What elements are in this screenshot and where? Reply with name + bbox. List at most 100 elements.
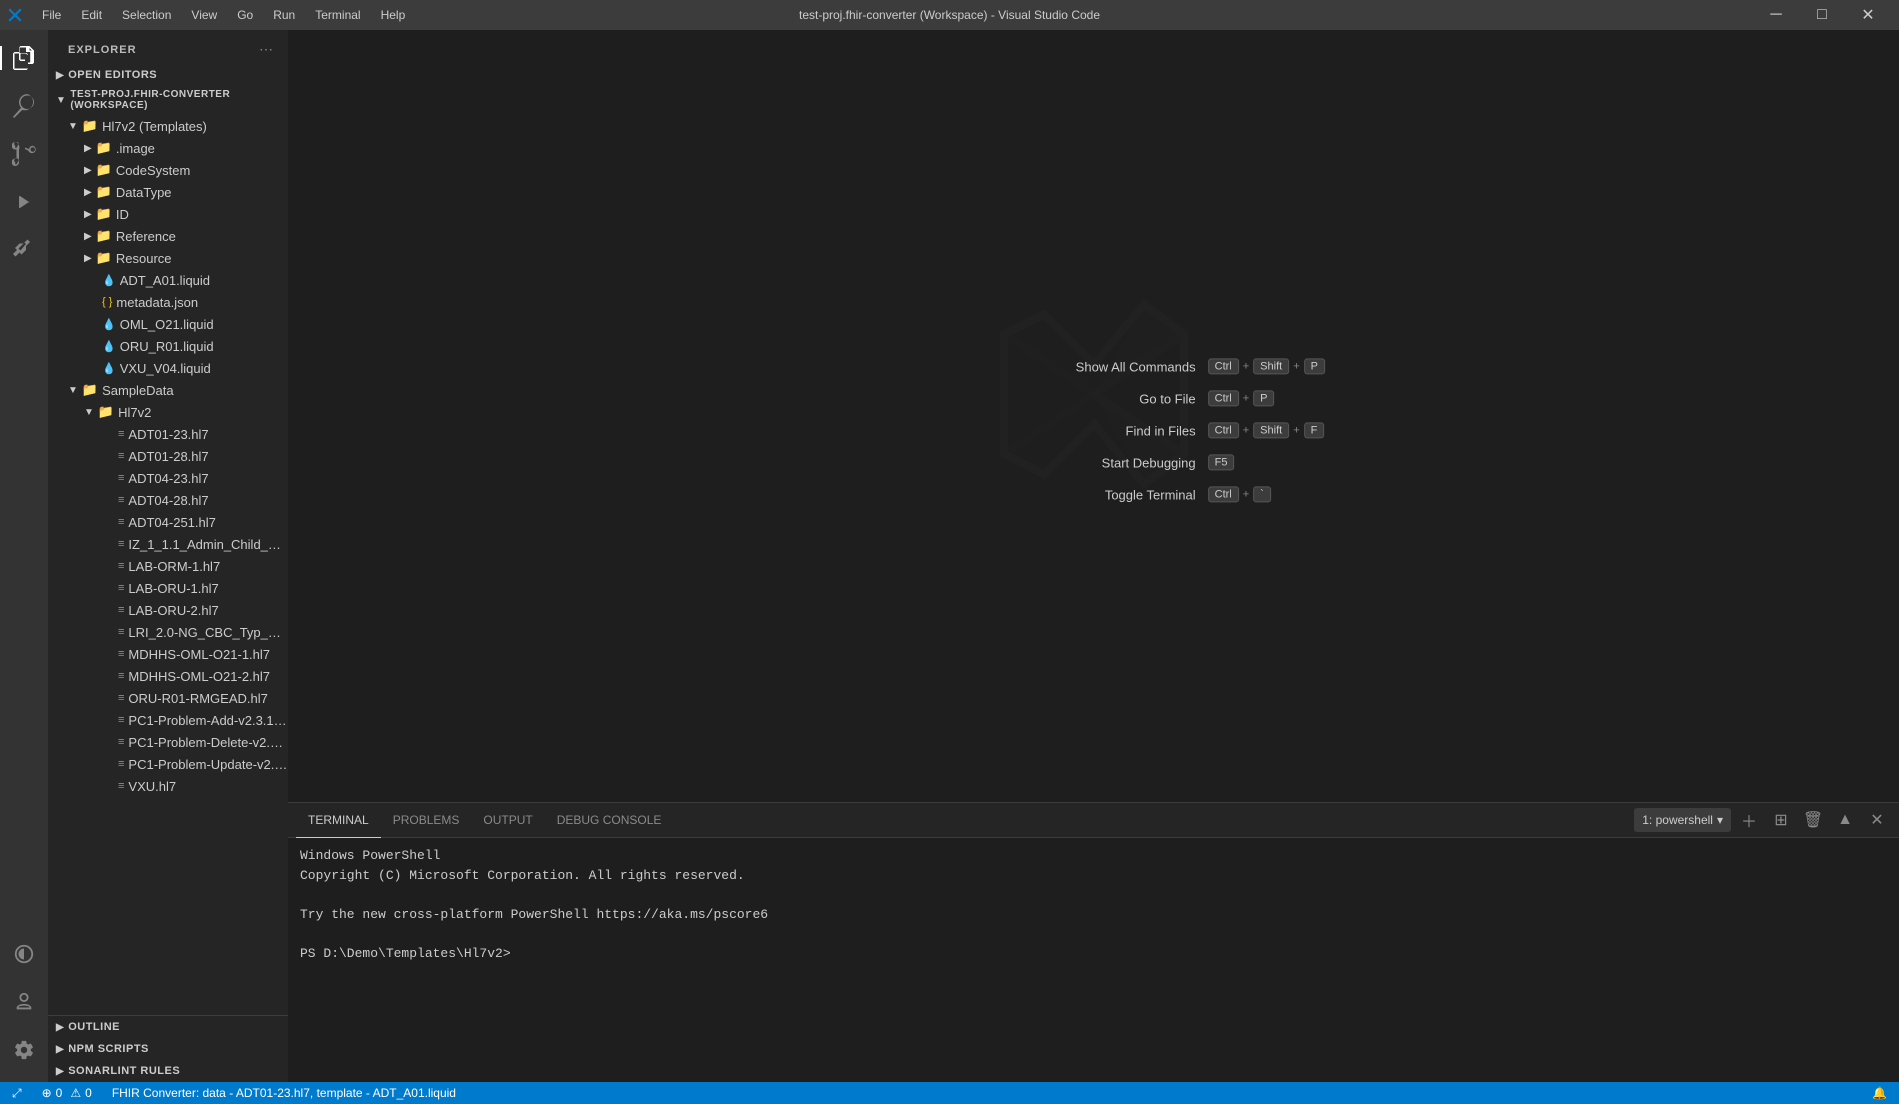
- tree-item-id[interactable]: ▶ 📁 ID: [48, 203, 288, 225]
- terminal-maximize-button[interactable]: ▲: [1831, 806, 1859, 834]
- tree-item-label: VXU.hl7: [128, 779, 176, 794]
- tree-item-adt01-28[interactable]: ≡ ADT01-28.hl7: [48, 445, 288, 467]
- shortcut-row-commands: Show All Commands Ctrl + Shift + P: [1036, 358, 1325, 374]
- tree-item-adt-a01[interactable]: 💧 ADT_A01.liquid: [48, 269, 288, 291]
- status-errors[interactable]: ⊕ 0 ⚠ 0: [38, 1082, 96, 1104]
- outline-section[interactable]: ▶ OUTLINE: [48, 1016, 288, 1038]
- chevron-right-icon: ▶: [84, 231, 92, 242]
- tab-terminal[interactable]: TERMINAL: [296, 803, 381, 838]
- file-hl7-icon: ≡: [118, 714, 124, 726]
- extensions-activity-icon[interactable]: [0, 226, 48, 274]
- tree-item-hl7v2-templates[interactable]: ▼ 📁 Hl7v2 (Templates): [48, 115, 288, 137]
- tab-debug-console[interactable]: DEBUG CONSOLE: [545, 803, 674, 838]
- tree-item-label: SampleData: [102, 383, 174, 398]
- tree-item-lab-oru-1[interactable]: ≡ LAB-ORU-1.hl7: [48, 577, 288, 599]
- status-bar-left: ⤢ ⊕ 0 ⚠ 0 FHIR Converter: data - ADT01-2…: [8, 1082, 460, 1104]
- workspace-header[interactable]: ▼ TEST-PROJ.FHIR-CONVERTER (WORKSPACE): [48, 85, 288, 115]
- minimize-button[interactable]: ─: [1753, 0, 1799, 30]
- terminal-trash-button[interactable]: 🗑: [1799, 806, 1827, 834]
- npm-scripts-section[interactable]: ▶ NPM SCRIPTS: [48, 1038, 288, 1060]
- tree-item-oml-o21[interactable]: 💧 OML_O21.liquid: [48, 313, 288, 335]
- tree-item-vxu[interactable]: ≡ VXU.hl7: [48, 775, 288, 797]
- tree-item-label: VXU_V04.liquid: [120, 361, 211, 376]
- tree-item-lab-oru-2[interactable]: ≡ LAB-ORU-2.hl7: [48, 599, 288, 621]
- shortcut-keys: Ctrl + `: [1208, 486, 1271, 502]
- sonarlint-section[interactable]: ▶ SONARLINT RULES: [48, 1060, 288, 1082]
- tree-item-hl7v2[interactable]: ▼ 📁 Hl7v2: [48, 401, 288, 423]
- shortcut-row-find: Find in Files Ctrl + Shift + F: [1036, 422, 1325, 438]
- chevron-right-icon: ▶: [84, 143, 92, 154]
- tree-item-sampledata[interactable]: ▼ 📁 SampleData: [48, 379, 288, 401]
- tree-item-oru-r01[interactable]: 💧 ORU_R01.liquid: [48, 335, 288, 357]
- status-remote[interactable]: ⤢: [8, 1082, 26, 1104]
- tree-item-adt04-23[interactable]: ≡ ADT04-23.hl7: [48, 467, 288, 489]
- terminal-shell-dropdown[interactable]: 1: powershell ▾: [1634, 808, 1731, 832]
- tree-item-resource[interactable]: ▶ 📁 Resource: [48, 247, 288, 269]
- run-debug-activity-icon[interactable]: [0, 178, 48, 226]
- tree-item-mdhhs-oml-21-1[interactable]: ≡ MDHHS-OML-O21-1.hl7: [48, 643, 288, 665]
- tree-item-lab-orm-1[interactable]: ≡ LAB-ORM-1.hl7: [48, 555, 288, 577]
- tree-item-mdhhs-oml-21-2[interactable]: ≡ MDHHS-OML-O21-2.hl7: [48, 665, 288, 687]
- terminal-panel: TERMINAL PROBLEMS OUTPUT DEBUG CONSOLE 1…: [288, 802, 1899, 1082]
- tree-item-vxu-v04[interactable]: 💧 VXU_V04.liquid: [48, 357, 288, 379]
- menu-selection[interactable]: Selection: [114, 6, 179, 24]
- tree-item-adt01-23[interactable]: ≡ ADT01-23.hl7: [48, 423, 288, 445]
- terminal-split-button[interactable]: ⊞: [1767, 806, 1795, 834]
- key-f: F: [1304, 422, 1325, 438]
- tree-item-pc1-problem-update[interactable]: ≡ PC1-Problem-Update-v2.3.1.hl7: [48, 753, 288, 775]
- menu-run[interactable]: Run: [265, 6, 303, 24]
- tree-item-image[interactable]: ▶ 📁 .image: [48, 137, 288, 159]
- tree-item-adt04-28[interactable]: ≡ ADT04-28.hl7: [48, 489, 288, 511]
- tree-item-lri-2-0[interactable]: ≡ LRI_2.0-NG_CBC_Typ_Message.hl7: [48, 621, 288, 643]
- explorer-activity-icon[interactable]: [0, 34, 48, 82]
- shortcut-label: Find in Files: [1036, 423, 1196, 438]
- terminal-content[interactable]: Windows PowerShell Copyright (C) Microso…: [288, 838, 1899, 1082]
- sidebar-more-button[interactable]: ⋯: [256, 40, 276, 60]
- sonar-label: SONARLINT RULES: [68, 1065, 180, 1077]
- status-bar: ⤢ ⊕ 0 ⚠ 0 FHIR Converter: data - ADT01-2…: [0, 1082, 1899, 1104]
- menu-go[interactable]: Go: [229, 6, 261, 24]
- shortcuts-container: Show All Commands Ctrl + Shift + P Go to…: [1036, 358, 1325, 502]
- settings-activity-icon[interactable]: [0, 1026, 48, 1074]
- source-control-activity-icon[interactable]: [0, 130, 48, 178]
- editor-content[interactable]: Show All Commands Ctrl + Shift + P Go to…: [288, 30, 1899, 802]
- menu-terminal[interactable]: Terminal: [307, 6, 368, 24]
- tree-item-adt04-251[interactable]: ≡ ADT04-251.hl7: [48, 511, 288, 533]
- file-hl7-icon: ≡: [118, 560, 124, 572]
- menu-help[interactable]: Help: [373, 6, 414, 24]
- status-notifications[interactable]: 🔔: [1868, 1082, 1891, 1104]
- tree-item-reference[interactable]: ▶ 📁 Reference: [48, 225, 288, 247]
- tree-item-label: .image: [116, 141, 155, 156]
- menu-edit[interactable]: Edit: [73, 6, 110, 24]
- close-button[interactable]: ✕: [1845, 0, 1891, 30]
- tree-item-datatype[interactable]: ▶ 📁 DataType: [48, 181, 288, 203]
- remote-activity-icon[interactable]: [0, 930, 48, 978]
- tree-item-iz-1-1-1[interactable]: ≡ IZ_1_1.1_Admin_Child_Max_Messag...: [48, 533, 288, 555]
- tab-problems[interactable]: PROBLEMS: [381, 803, 472, 838]
- menu-view[interactable]: View: [183, 6, 225, 24]
- maximize-button[interactable]: □: [1799, 0, 1845, 30]
- tree-item-label: IZ_1_1.1_Admin_Child_Max_Messag...: [128, 537, 288, 552]
- terminal-close-button[interactable]: ✕: [1863, 806, 1891, 834]
- folder-icon: 📁: [96, 228, 112, 244]
- tree-item-pc1-problem-delete[interactable]: ≡ PC1-Problem-Delete-v2.3.1.hl7: [48, 731, 288, 753]
- sidebar: Explorer ⋯ ▶ OPEN EDITORS ▼ TEST-PROJ.FH…: [48, 30, 288, 1082]
- tree-item-pc1-problem-add[interactable]: ≡ PC1-Problem-Add-v2.3.1.hl7: [48, 709, 288, 731]
- tab-output[interactable]: OUTPUT: [471, 803, 544, 838]
- status-message[interactable]: FHIR Converter: data - ADT01-23.hl7, tem…: [108, 1082, 460, 1104]
- tree-item-oru-r01-rmgead[interactable]: ≡ ORU-R01-RMGEAD.hl7: [48, 687, 288, 709]
- account-activity-icon[interactable]: [0, 978, 48, 1026]
- shortcut-label: Go to File: [1036, 391, 1196, 406]
- key-plus: +: [1243, 424, 1249, 436]
- key-f5: F5: [1208, 454, 1235, 470]
- terminal-add-button[interactable]: ＋: [1735, 806, 1763, 834]
- file-liquid-icon: 💧: [102, 362, 116, 375]
- tree-item-metadata[interactable]: { } metadata.json: [48, 291, 288, 313]
- folder-icon: 📁: [96, 206, 112, 222]
- open-editors-header[interactable]: ▶ OPEN EDITORS: [48, 65, 288, 85]
- tree-item-codesystem[interactable]: ▶ 📁 CodeSystem: [48, 159, 288, 181]
- tree-item-label: Reference: [116, 229, 176, 244]
- search-activity-icon[interactable]: [0, 82, 48, 130]
- menu-file[interactable]: File: [34, 6, 69, 24]
- folder-icon: 📁: [96, 250, 112, 266]
